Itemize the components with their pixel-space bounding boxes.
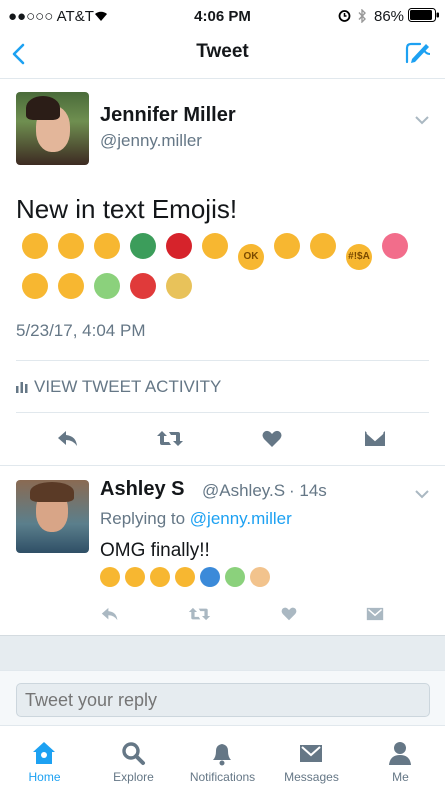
- emoji-row: [22, 273, 442, 303]
- reply-input[interactable]: [16, 683, 430, 717]
- tweet-timestamp: 5/23/17, 4:04 PM: [16, 321, 146, 340]
- vomiting-face-icon: [382, 233, 408, 259]
- tab-label: Notifications: [189, 770, 256, 784]
- reply-tweet-avatar[interactable]: [16, 480, 89, 553]
- soda-can-icon: [166, 233, 192, 259]
- coffee-cup-icon: [130, 233, 156, 259]
- tab-label: Me: [392, 770, 409, 784]
- main-tweet-avatar[interactable]: [16, 92, 89, 165]
- battery-percent: 86%: [374, 8, 405, 25]
- main-tweet-author-name[interactable]: Jennifer Miller: [100, 104, 236, 127]
- exploding-head-icon: [58, 233, 84, 259]
- chevron-down-icon[interactable]: [415, 486, 429, 504]
- smiling-face-with-hearts-icon: [22, 233, 48, 259]
- thread-spacer: [0, 635, 445, 671]
- replying-to-handle-link[interactable]: @jenny.miller: [190, 509, 292, 528]
- person-icon: [389, 742, 411, 765]
- like-heart-icon[interactable]: [281, 607, 297, 626]
- search-icon: [122, 742, 145, 765]
- woozy-face-icon: [22, 273, 48, 299]
- potatoes-icon: [166, 273, 192, 299]
- bar-chart-icon: [16, 378, 28, 398]
- reply-tweet-text: OMG finally!!: [100, 540, 210, 561]
- replying-to-label: Replying to: [100, 509, 190, 528]
- partying-face-icon: [202, 233, 228, 259]
- direct-message-icon[interactable]: [364, 430, 386, 452]
- retweet-icon[interactable]: [188, 607, 211, 626]
- divider: [16, 360, 429, 361]
- main-tweet-text: New in text Emojis!: [16, 194, 238, 224]
- divider: [0, 465, 445, 466]
- battery-icon: [408, 8, 440, 27]
- bluetooth-icon: [358, 8, 367, 27]
- replying-to-line: Replying to @jenny.miller: [100, 509, 292, 529]
- headphones-face-icon: [175, 567, 195, 587]
- star-struck-icon: [125, 567, 145, 587]
- zany-face-icon: [94, 233, 120, 259]
- home-icon: [33, 742, 55, 764]
- emoji-row: OK #!$A: [22, 233, 442, 270]
- hand-icon: [250, 567, 270, 587]
- rainbow-icon: [225, 567, 245, 587]
- ok-face-icon: OK: [238, 244, 264, 270]
- reply-composer: [0, 670, 445, 726]
- tab-label: Messages: [284, 770, 339, 784]
- reply-icon[interactable]: [101, 607, 119, 626]
- money-face-icon: [150, 567, 170, 587]
- view-tweet-activity-label: VIEW TWEET ACTIVITY: [34, 377, 222, 396]
- reply-tweet-time: · 14s: [289, 481, 327, 500]
- page-title: Tweet: [196, 41, 249, 62]
- compose-tweet-icon[interactable]: [404, 40, 432, 71]
- bell-icon: [213, 744, 231, 766]
- tab-label: Home: [28, 770, 61, 784]
- reply-tweet-author-handle[interactable]: @Ashley.S: [202, 481, 285, 501]
- like-heart-icon[interactable]: [262, 430, 282, 453]
- alarm-icon: [338, 9, 351, 26]
- direct-message-icon[interactable]: [366, 607, 384, 626]
- nav-bar: Tweet: [0, 34, 445, 79]
- tab-label: Explore: [113, 770, 154, 784]
- rainbow-heart-icon: [94, 273, 120, 299]
- cursing-face-icon: #!$A: [346, 244, 372, 270]
- view-tweet-activity-link[interactable]: VIEW TWEET ACTIVITY: [16, 377, 221, 398]
- reply-tweet-author-name[interactable]: Ashley S: [100, 478, 184, 501]
- hand-over-mouth-icon: [100, 567, 120, 587]
- strawberry-icon: [130, 273, 156, 299]
- astronaut-face-icon: [200, 567, 220, 587]
- rolling-laughing-icon: [58, 273, 84, 299]
- reply-icon[interactable]: [57, 430, 79, 452]
- retweet-icon[interactable]: [156, 430, 184, 452]
- main-tweet-author-handle[interactable]: @jenny.miller: [100, 131, 202, 151]
- status-bar: ●●○○○ AT&T 4:06 PM 86%: [0, 0, 445, 34]
- emoji-row: [100, 567, 420, 591]
- divider: [16, 412, 429, 413]
- envelope-icon: [300, 745, 322, 762]
- hand-over-mouth-icon: [310, 233, 336, 259]
- chevron-down-icon[interactable]: [415, 112, 429, 130]
- shushing-face-icon: [274, 233, 300, 259]
